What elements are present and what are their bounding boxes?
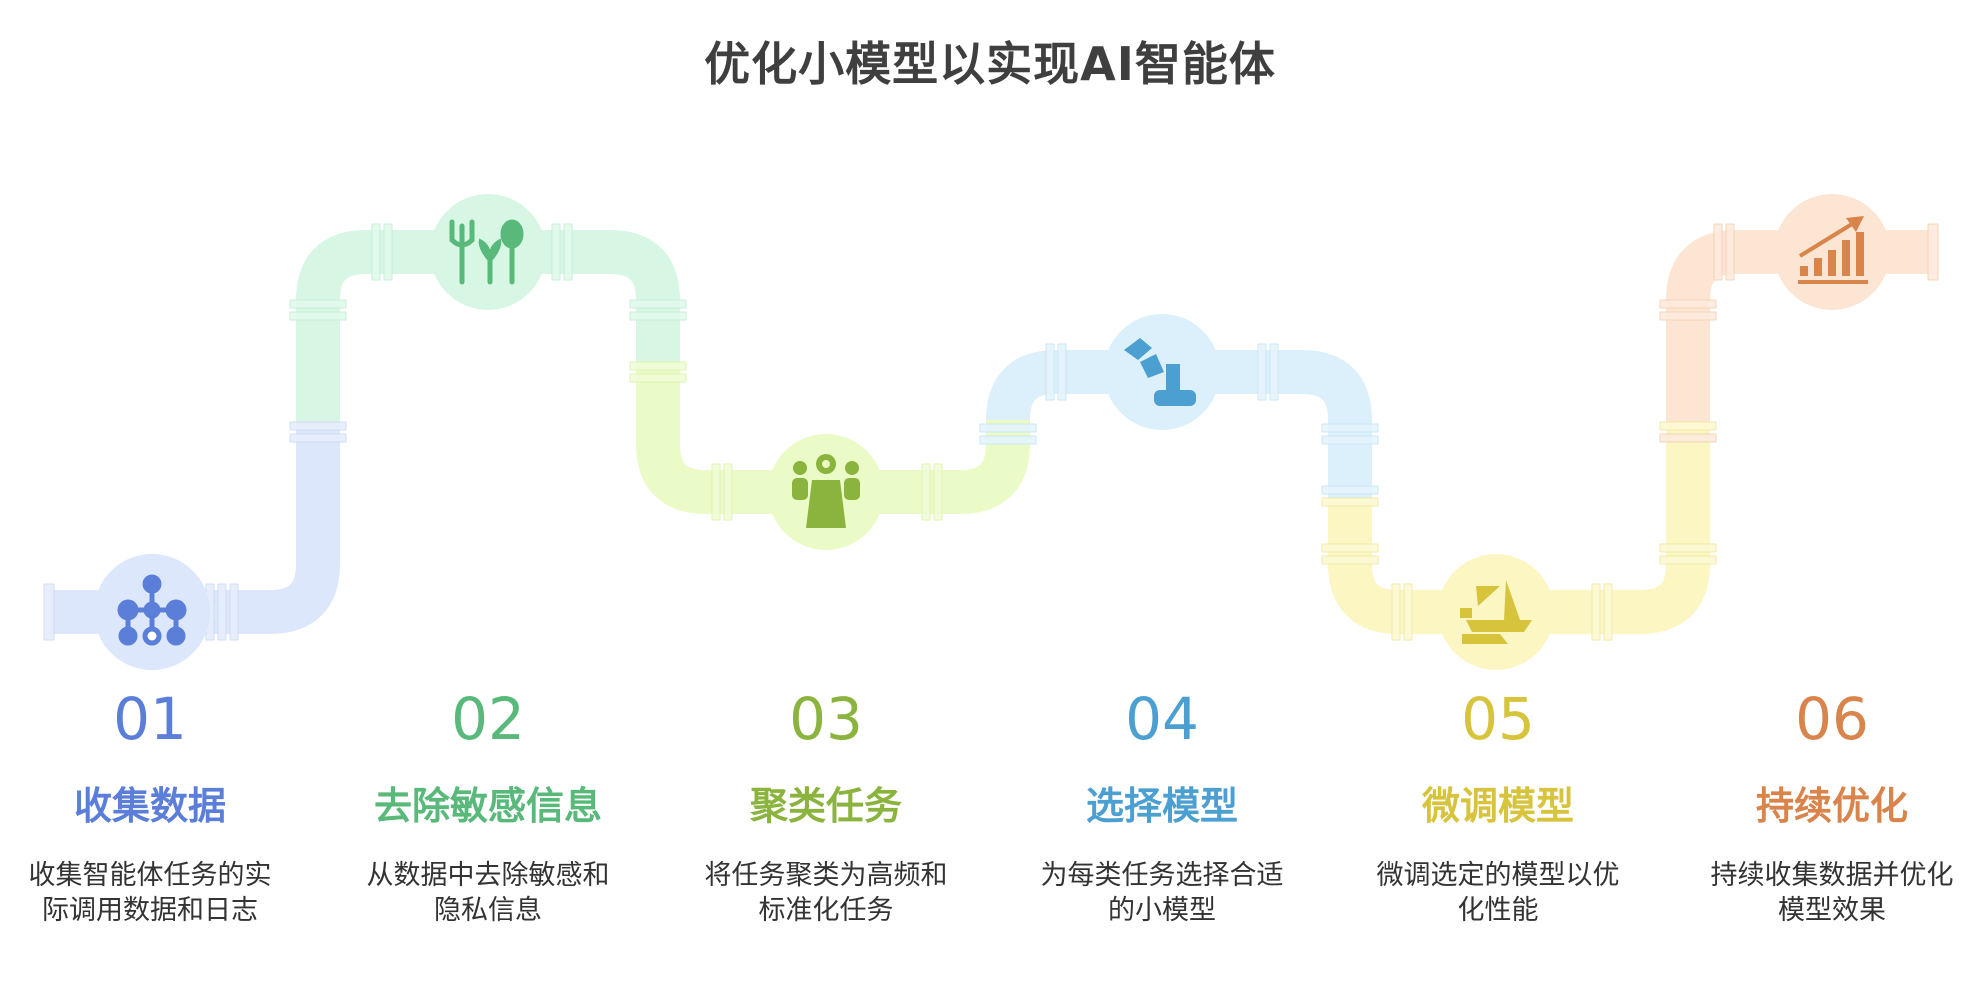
step-description: 为每类任务选择合适 的小模型 [1012, 858, 1312, 929]
step-description-line1: 微调选定的模型以优 [1376, 859, 1620, 891]
step-caption-06: 06 持续优化 持续收集数据并优化 模型效果 [1682, 690, 1980, 929]
step-label: 持续优化 [1755, 784, 1908, 828]
step-description-line1: 为每类任务选择合适 [1040, 859, 1284, 891]
step-caption-05: 05 微调模型 微调选定的模型以优 化性能 [1348, 690, 1648, 929]
step-description-line2: 化性能 [1457, 895, 1539, 927]
step-node-04 [1104, 314, 1220, 430]
step-node-05 [1438, 554, 1554, 670]
step-node-03 [768, 434, 884, 550]
step-description: 微调选定的模型以优 化性能 [1348, 858, 1648, 929]
step-label: 收集数据 [73, 784, 226, 828]
step-label: 去除敏感信息 [373, 784, 602, 828]
step-description-line1: 持续收集数据并优化 [1710, 859, 1954, 891]
step-number: 01 [113, 685, 187, 753]
step-number: 03 [789, 685, 863, 753]
step-description-line2: 的小模型 [1108, 895, 1216, 927]
step-label: 微调模型 [1421, 784, 1574, 828]
step-number: 05 [1461, 685, 1535, 753]
step-caption-04: 04 选择模型 为每类任务选择合适 的小模型 [1012, 690, 1312, 929]
step-description: 将任务聚类为高频和 标准化任务 [676, 858, 976, 929]
step-number: 06 [1795, 685, 1869, 753]
step-number: 04 [1125, 685, 1199, 753]
step-label: 聚类任务 [749, 784, 902, 828]
step-caption-03: 03 聚类任务 将任务聚类为高频和 标准化任务 [676, 690, 976, 929]
step-label: 选择模型 [1085, 784, 1238, 828]
step-caption-01: 01 收集数据 收集智能体任务的实 际调用数据和日志 [0, 690, 300, 929]
step-description: 从数据中去除敏感和 隐私信息 [338, 858, 638, 929]
step-node-06 [1774, 194, 1890, 310]
step-description-line1: 从数据中去除敏感和 [366, 859, 610, 891]
step-node-02 [430, 194, 546, 310]
step-description-line2: 标准化任务 [758, 895, 894, 927]
step-description: 持续收集数据并优化 模型效果 [1682, 858, 1980, 929]
step-number: 02 [451, 685, 525, 753]
step-description-line2: 际调用数据和日志 [42, 895, 258, 927]
step-description-line1: 收集智能体任务的实 [28, 859, 272, 891]
step-node-01 [94, 554, 210, 670]
step-description: 收集智能体任务的实 际调用数据和日志 [0, 858, 300, 929]
step-description-line1: 将任务聚类为高频和 [704, 859, 948, 891]
step-description-line2: 隐私信息 [434, 895, 542, 927]
step-caption-02: 02 去除敏感信息 从数据中去除敏感和 隐私信息 [338, 690, 638, 929]
step-description-line2: 模型效果 [1778, 895, 1886, 927]
